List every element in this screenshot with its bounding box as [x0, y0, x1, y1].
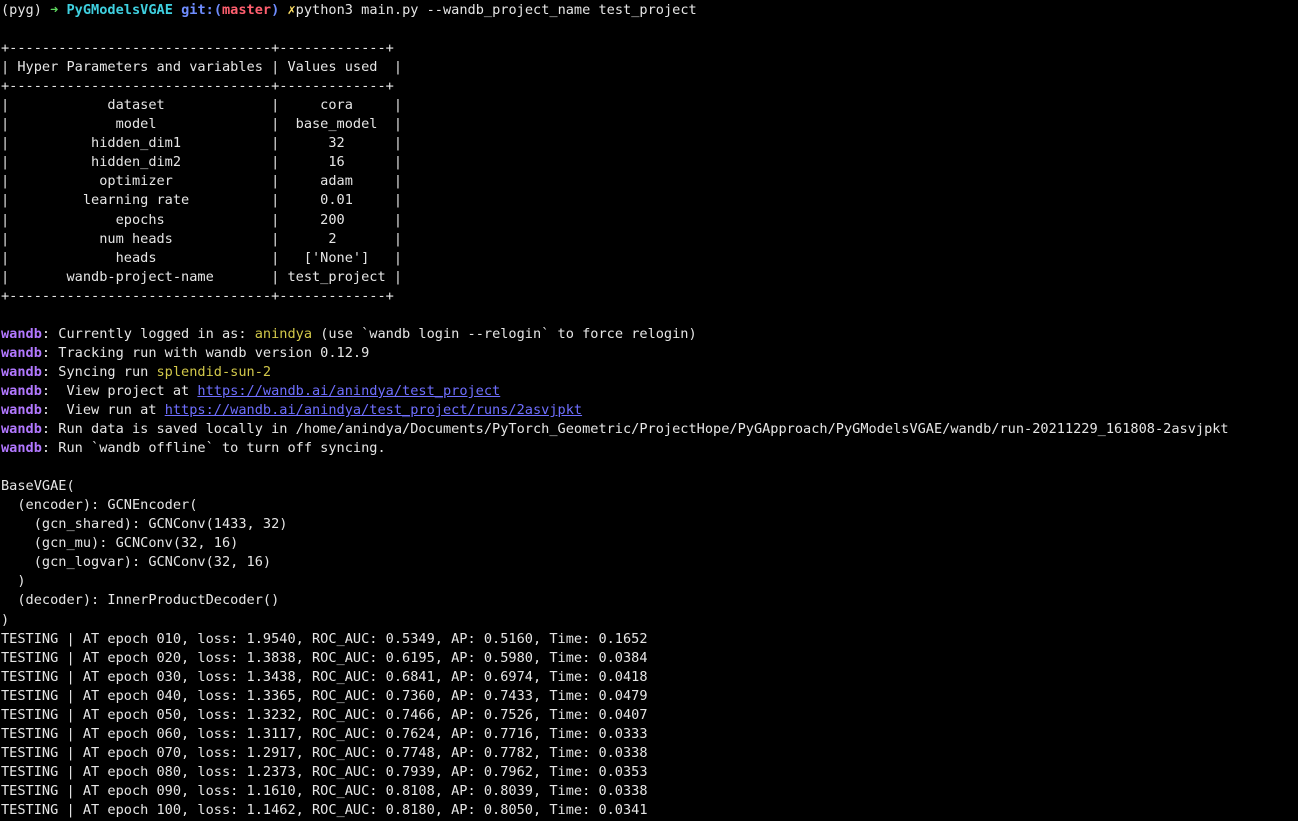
wandb-run-line: wandb: View run at https://wandb.ai/anin…	[1, 401, 1298, 420]
testing-line: TESTING | AT epoch 080, loss: 1.2373, RO…	[1, 763, 648, 780]
wandb-project-line: wandb: View project at https://wandb.ai/…	[1, 382, 1298, 401]
table-row: | optimizer | adam |	[1, 173, 403, 190]
testing-line: TESTING | AT epoch 060, loss: 1.3117, RO…	[1, 725, 648, 742]
wandb-text: : Tracking run with wandb version 0.12.9	[41, 344, 370, 361]
wandb-text: (use `wandb login --relogin` to force re…	[312, 325, 697, 342]
testing-line: TESTING | AT epoch 040, loss: 1.3365, RO…	[1, 687, 648, 704]
wandb-tag: wandb	[1, 421, 42, 438]
table-row: | model | base_model |	[1, 116, 403, 133]
wandb-run-name: splendid-sun-2	[156, 363, 272, 380]
wandb-offline-line: wandb: Run `wandb offline` to turn off s…	[1, 439, 1298, 458]
wandb-login-line: wandb: Currently logged in as: anindya (…	[1, 325, 1298, 344]
model-line: )	[1, 611, 10, 628]
testing-line: TESTING | AT epoch 050, loss: 1.3232, RO…	[1, 706, 648, 723]
wandb-text: : View run at	[41, 401, 165, 418]
model-line: (decoder): InnerProductDecoder()	[1, 592, 280, 609]
terminal-window[interactable]: (pyg) ➜ PyGModelsVGAE git:(master) ✗pyth…	[0, 0, 1298, 821]
testing-line: TESTING | AT epoch 030, loss: 1.3438, RO…	[1, 668, 648, 685]
current-directory: PyGModelsVGAE	[66, 2, 173, 18]
wandb-tag: wandb	[1, 401, 42, 418]
wandb-tag: wandb	[1, 363, 42, 380]
table-row: | epochs | 200 |	[1, 211, 403, 228]
wandb-username: anindya	[254, 325, 313, 342]
git-label: git:(	[181, 2, 222, 18]
table-header: | Hyper Parameters and variables | Value…	[1, 59, 403, 76]
testing-line: TESTING | AT epoch 020, loss: 1.3838, RO…	[1, 649, 648, 666]
prompt-arrow-icon: ➜	[50, 2, 59, 18]
prompt-line: (pyg) ➜ PyGModelsVGAE git:(master) ✗pyth…	[1, 1, 1298, 20]
wandb-text: : Run data is saved locally in /home/ani…	[41, 421, 1229, 438]
table-row: | hidden_dim1 | 32 |	[1, 135, 403, 152]
model-line: (gcn_logvar): GCNConv(32, 16)	[1, 554, 272, 571]
wandb-tag: wandb	[1, 344, 42, 361]
project-link[interactable]: https://wandb.ai/anindya/test_project	[197, 383, 500, 399]
table-border: +--------------------------------+------…	[1, 40, 394, 57]
run-link[interactable]: https://wandb.ai/anindya/test_project/ru…	[165, 402, 582, 418]
git-label-close: )	[271, 2, 280, 18]
table-row: | hidden_dim2 | 16 |	[1, 154, 403, 171]
table-row: | num heads | 2 |	[1, 230, 403, 247]
testing-line: TESTING | AT epoch 090, loss: 1.1610, RO…	[1, 782, 648, 799]
table-row: | learning rate | 0.01 |	[1, 192, 403, 209]
wandb-text: : Run `wandb offline` to turn off syncin…	[41, 440, 386, 457]
testing-line: TESTING | AT epoch 070, loss: 1.2917, RO…	[1, 744, 648, 761]
wandb-tag: wandb	[1, 440, 42, 457]
wandb-tag: wandb	[1, 325, 42, 342]
testing-line: TESTING | AT epoch 010, loss: 1.9540, RO…	[1, 630, 648, 647]
env-name: (pyg)	[1, 2, 42, 18]
wandb-path-line: wandb: Run data is saved locally in /hom…	[1, 420, 1298, 439]
wandb-version-line: wandb: Tracking run with wandb version 0…	[1, 344, 1298, 363]
table-border: +--------------------------------+------…	[1, 78, 394, 95]
model-line: (gcn_shared): GCNConv(1433, 32)	[1, 516, 288, 533]
command-text[interactable]: python3 main.py --wandb_project_name tes…	[296, 2, 697, 18]
model-line: )	[1, 573, 26, 590]
model-line: (encoder): GCNEncoder(	[1, 497, 198, 514]
wandb-text: : View project at	[41, 382, 198, 399]
table-row: | heads | ['None'] |	[1, 249, 403, 266]
dirty-marker-icon: ✗	[287, 2, 296, 18]
model-line: BaseVGAE(	[1, 478, 75, 495]
model-line: (gcn_mu): GCNConv(32, 16)	[1, 535, 239, 552]
testing-line: TESTING | AT epoch 100, loss: 1.1462, RO…	[1, 801, 648, 818]
table-row: | wandb-project-name | test_project |	[1, 268, 403, 285]
table-border: +--------------------------------+------…	[1, 287, 394, 304]
wandb-text: : Syncing run	[41, 363, 157, 380]
git-branch: master	[222, 2, 272, 18]
wandb-text: : Currently logged in as:	[41, 325, 255, 342]
table-row: | dataset | cora |	[1, 97, 403, 114]
wandb-sync-line: wandb: Syncing run splendid-sun-2	[1, 363, 1298, 382]
wandb-tag: wandb	[1, 382, 42, 399]
